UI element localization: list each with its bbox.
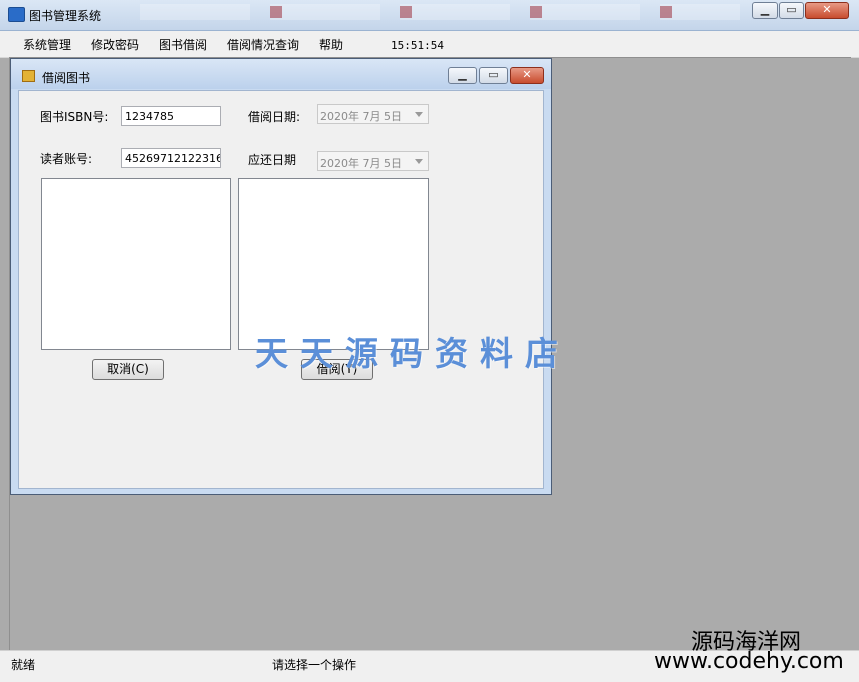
dialog-minimize-button[interactable]: ▁ xyxy=(448,67,477,84)
background-taskbar-ghost xyxy=(270,4,380,20)
borrow-date-label: 借阅日期: xyxy=(248,110,301,124)
chevron-down-icon[interactable] xyxy=(415,159,423,164)
dialog-close-button[interactable]: ✕ xyxy=(510,67,544,84)
due-date-picker[interactable]: 2020年 7月 5日 xyxy=(317,151,429,171)
background-taskbar-ghost xyxy=(140,4,250,20)
background-taskbar-ghost xyxy=(530,4,640,20)
menu-borrow-query[interactable]: 借阅情况查询 xyxy=(227,36,299,53)
borrow-date-value: 2020年 7月 5日 xyxy=(320,110,402,123)
isbn-label: 图书ISBN号: xyxy=(40,110,109,124)
borrow-date-picker[interactable]: 2020年 7月 5日 xyxy=(317,104,429,124)
chevron-down-icon[interactable] xyxy=(415,112,423,117)
close-button[interactable]: ✕ xyxy=(805,2,849,19)
minimize-button[interactable]: ▁ xyxy=(752,2,778,19)
status-message: 请选择一个操作 xyxy=(272,658,357,672)
borrow-window-titlebar[interactable]: 借阅图书 ▁ ▭ ✕ xyxy=(11,59,551,89)
clock-display: 15:51:54 xyxy=(391,39,444,52)
menu-system-management[interactable]: 系统管理 xyxy=(23,36,71,53)
due-date-value: 2020年 7月 5日 xyxy=(320,157,402,170)
book-info-list[interactable] xyxy=(41,178,231,350)
main-window-titlebar[interactable]: 图书管理系统 ▁ ▭ ✕ xyxy=(0,0,859,31)
watermark-text: 天天源码资料店 xyxy=(255,334,570,373)
due-date-label: 应还日期 xyxy=(248,153,297,167)
app-icon xyxy=(8,7,25,22)
reader-info-list[interactable] xyxy=(238,178,429,350)
menu-bar: 系统管理 修改密码 图书借阅 借阅情况查询 帮助 15:51:54 xyxy=(0,31,859,58)
form-icon xyxy=(22,70,35,82)
status-ready: 就绪 xyxy=(11,658,36,672)
menu-help[interactable]: 帮助 xyxy=(319,36,343,53)
menu-change-password[interactable]: 修改密码 xyxy=(91,36,139,53)
borrow-book-window: 借阅图书 ▁ ▭ ✕ 图书ISBN号: 1234785 借阅日期: 2020年 … xyxy=(10,58,552,495)
main-window-title: 图书管理系统 xyxy=(29,9,102,23)
reader-account-label: 读者账号: xyxy=(40,152,93,166)
borrow-window-title: 借阅图书 xyxy=(42,71,91,85)
dialog-restore-button[interactable]: ▭ xyxy=(479,67,508,84)
cancel-button[interactable]: 取消(C) xyxy=(92,359,164,380)
background-taskbar-ghost xyxy=(660,4,740,20)
reader-account-input[interactable]: 4526971212231645 xyxy=(121,148,221,168)
isbn-input[interactable]: 1234785 xyxy=(121,106,221,126)
background-taskbar-ghost xyxy=(400,4,510,20)
borrow-form-body: 图书ISBN号: 1234785 借阅日期: 2020年 7月 5日 读者账号:… xyxy=(18,90,544,489)
menu-book-borrow[interactable]: 图书借阅 xyxy=(159,36,207,53)
brand-url: www.codehy.com xyxy=(654,649,844,674)
restore-button[interactable]: ▭ xyxy=(779,2,804,19)
